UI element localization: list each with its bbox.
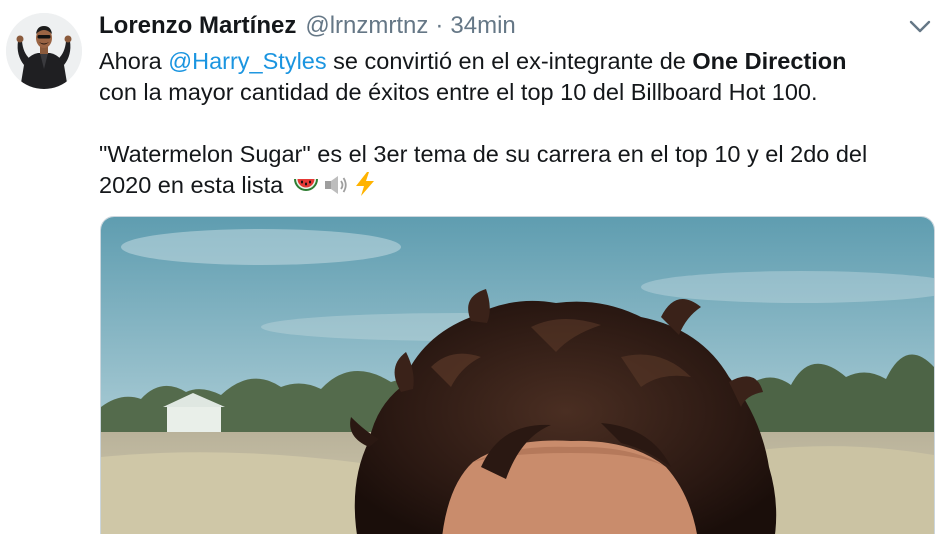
tweet-timestamp[interactable]: 34min xyxy=(450,12,515,40)
tweet-header: Lorenzo Martínez @lrnzmrtnz · 34min xyxy=(99,8,516,44)
header-separator: · xyxy=(435,12,444,39)
more-options-button[interactable] xyxy=(905,12,935,42)
tweet-text-line: con la mayor cantidad de éxitos entre el… xyxy=(99,79,818,105)
chevron-down-icon xyxy=(909,20,931,33)
lightning-emoji xyxy=(352,171,378,205)
bold-text: One Direction xyxy=(692,48,847,74)
avatar-image xyxy=(6,13,82,89)
tweet-text-line: Ahora @Harry_Styles se convirtió en el e… xyxy=(99,46,939,77)
tweet: Lorenzo Martínez @lrnzmrtnz · 34min Ahor… xyxy=(0,0,950,534)
text-segment: 2020 en esta lista xyxy=(99,172,284,198)
author-handle[interactable]: @lrnzmrtnz xyxy=(305,12,428,40)
text-segment: se convirtió en el ex-integrante de xyxy=(326,48,693,74)
author-display-name[interactable]: Lorenzo Martínez xyxy=(99,12,296,40)
watermelon-emoji xyxy=(292,173,320,205)
speaker-emoji xyxy=(322,173,350,205)
tweet-text: Ahora @Harry_Styles se convirtió en el e… xyxy=(99,46,939,205)
avatar[interactable] xyxy=(6,13,82,89)
tweet-media-photo[interactable] xyxy=(100,216,935,534)
photo-image xyxy=(101,217,934,534)
tweet-text-line: 2020 en esta lista xyxy=(99,170,939,205)
mention-link[interactable]: @Harry_Styles xyxy=(168,48,326,74)
tweet-text-line: "Watermelon Sugar" es el 3er tema de su … xyxy=(99,141,868,167)
text-segment: Ahora xyxy=(99,48,169,74)
